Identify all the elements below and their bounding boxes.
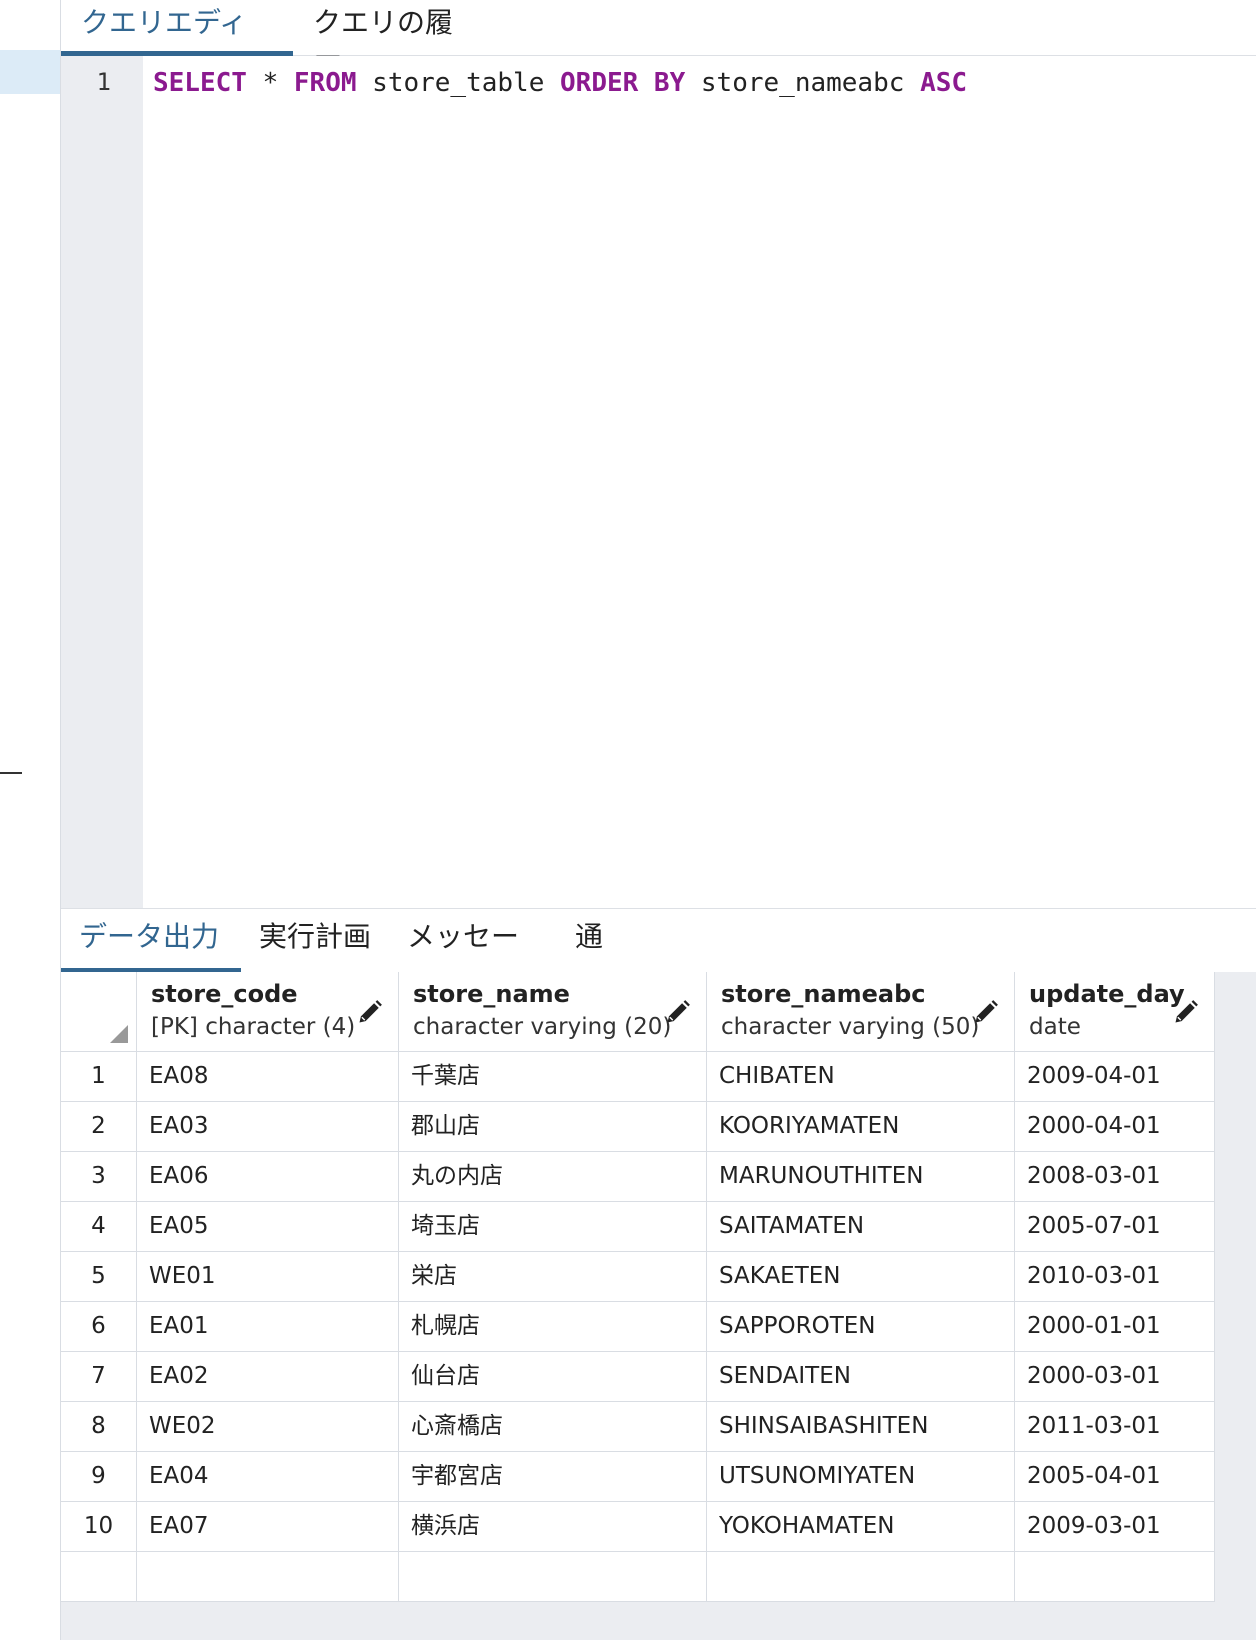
cell-store-code[interactable]: WE01 xyxy=(137,1252,399,1302)
cell-store-name[interactable]: 横浜店 xyxy=(399,1502,707,1552)
column-header-store-name[interactable]: store_name character varying (20) xyxy=(399,972,707,1052)
cell-store-nameabc[interactable]: SENDAITEN xyxy=(707,1352,1015,1402)
column-type: date xyxy=(1029,1014,1081,1040)
query-tool-panel: クエリエディタ クエリの履歴 1 SELECT * FROM store_tab… xyxy=(60,0,1256,1640)
sql-star: * xyxy=(246,68,294,98)
cell-store-name[interactable]: 埼玉店 xyxy=(399,1202,707,1252)
left-panel xyxy=(0,0,60,1640)
tab-query-history[interactable]: クエリの履歴 xyxy=(293,0,493,85)
cell-store-nameabc[interactable]: MARUNOUTHITEN xyxy=(707,1152,1015,1202)
left-panel-selected-row[interactable] xyxy=(0,50,60,94)
cell-store-code[interactable]: EA06 xyxy=(137,1152,399,1202)
row-number[interactable]: 7 xyxy=(61,1352,137,1402)
cell-store-name[interactable]: 仙台店 xyxy=(399,1352,707,1402)
pencil-icon[interactable] xyxy=(356,998,384,1026)
column-header-store-code[interactable]: store_code [PK] character (4) xyxy=(137,972,399,1052)
cell-update-day[interactable]: 2000-04-01 xyxy=(1015,1102,1215,1152)
column-name: update_day xyxy=(1029,980,1185,1008)
sql-keyword-from: FROM xyxy=(293,68,357,98)
row-number[interactable]: 1 xyxy=(61,1052,137,1102)
output-tab-bar: データ出力 実行計画 メッセージ 通知 xyxy=(61,908,1256,1009)
cell-store-code[interactable]: EA05 xyxy=(137,1202,399,1252)
cell-store-name[interactable]: 郡山店 xyxy=(399,1102,707,1152)
sql-code-line[interactable]: SELECT * FROM store_table ORDER BY store… xyxy=(153,68,967,98)
cell-store-nameabc[interactable]: CHIBATEN xyxy=(707,1052,1015,1102)
column-type: character varying (50) xyxy=(721,1014,980,1040)
tab-query-editor[interactable]: クエリエディタ xyxy=(61,0,293,85)
sql-column-name: store_nameabc xyxy=(685,68,921,98)
tab-data-output[interactable]: データ出力 xyxy=(61,909,241,973)
cell-store-nameabc[interactable]: UTSUNOMIYATEN xyxy=(707,1452,1015,1502)
sql-keyword-asc: ASC xyxy=(920,68,968,98)
row-number[interactable]: 6 xyxy=(61,1302,137,1352)
row-number[interactable] xyxy=(61,1552,137,1602)
pencil-icon[interactable] xyxy=(972,998,1000,1026)
cell-store-name[interactable]: 栄店 xyxy=(399,1252,707,1302)
cell-store-name[interactable]: 心斎橋店 xyxy=(399,1402,707,1452)
sql-keyword-order-by: ORDER BY xyxy=(560,68,686,98)
column-name: store_nameabc xyxy=(721,980,926,1008)
cell-update-day[interactable]: 2009-03-01 xyxy=(1015,1502,1215,1552)
cell-store-code[interactable]: EA07 xyxy=(137,1502,399,1552)
tab-explain[interactable]: 実行計画 xyxy=(241,909,389,973)
cell-store-nameabc[interactable]: KOORIYAMATEN xyxy=(707,1102,1015,1152)
cell-update-day[interactable]: 2005-07-01 xyxy=(1015,1202,1215,1252)
editor-gutter: 1 xyxy=(61,56,143,908)
row-number[interactable]: 10 xyxy=(61,1502,137,1552)
cell-update-day[interactable]: 2008-03-01 xyxy=(1015,1152,1215,1202)
column-header-store-nameabc[interactable]: store_nameabc character varying (50) xyxy=(707,972,1015,1052)
cell-update-day[interactable]: 2011-03-01 xyxy=(1015,1402,1215,1452)
cell-update-day[interactable]: 2005-04-01 xyxy=(1015,1452,1215,1502)
column-header-update-day[interactable]: update_day date xyxy=(1015,972,1215,1052)
column-name: store_code xyxy=(151,980,298,1008)
cell-store-name[interactable]: 丸の内店 xyxy=(399,1152,707,1202)
cell-store-code[interactable]: EA02 xyxy=(137,1352,399,1402)
cell-store-name[interactable]: 宇都宮店 xyxy=(399,1452,707,1502)
row-number[interactable]: 8 xyxy=(61,1402,137,1452)
pencil-icon[interactable] xyxy=(1172,998,1200,1026)
cell-store-nameabc[interactable]: YOKOHAMATEN xyxy=(707,1502,1015,1552)
cell-store-code[interactable]: EA04 xyxy=(137,1452,399,1502)
sql-table-name: store_table xyxy=(356,68,561,98)
data-output-grid: store_code [PK] character (4) store_name… xyxy=(61,972,1256,1640)
cell-update-day[interactable]: 2010-03-01 xyxy=(1015,1252,1215,1302)
row-number[interactable]: 4 xyxy=(61,1202,137,1252)
cell-store-nameabc[interactable] xyxy=(707,1552,1015,1602)
left-panel-divider[interactable] xyxy=(0,772,22,774)
select-all-corner[interactable] xyxy=(61,972,137,1052)
cell-store-nameabc[interactable]: SHINSAIBASHITEN xyxy=(707,1402,1015,1452)
cell-store-nameabc[interactable]: SAITAMATEN xyxy=(707,1202,1015,1252)
cell-store-code[interactable]: EA08 xyxy=(137,1052,399,1102)
line-number: 1 xyxy=(96,68,111,96)
tab-notifications[interactable]: 通知 xyxy=(557,909,647,1009)
cell-store-name[interactable]: 札幌店 xyxy=(399,1302,707,1352)
cell-store-code[interactable] xyxy=(137,1552,399,1602)
tab-messages[interactable]: メッセージ xyxy=(389,909,557,1009)
cell-update-day[interactable] xyxy=(1015,1552,1215,1602)
cell-store-nameabc[interactable]: SAKAETEN xyxy=(707,1252,1015,1302)
row-number[interactable]: 2 xyxy=(61,1102,137,1152)
row-number[interactable]: 5 xyxy=(61,1252,137,1302)
cell-store-code[interactable]: EA03 xyxy=(137,1102,399,1152)
pencil-icon[interactable] xyxy=(664,998,692,1026)
cell-update-day[interactable]: 2000-03-01 xyxy=(1015,1352,1215,1402)
editor-tab-bar: クエリエディタ クエリの履歴 xyxy=(61,0,1256,85)
column-name: store_name xyxy=(413,980,570,1008)
sql-editor[interactable]: 1 SELECT * FROM store_table ORDER BY sto… xyxy=(61,56,1256,908)
select-all-icon xyxy=(110,1025,128,1043)
cell-store-name[interactable] xyxy=(399,1552,707,1602)
row-number[interactable]: 9 xyxy=(61,1452,137,1502)
cell-store-nameabc[interactable]: SAPPOROTEN xyxy=(707,1302,1015,1352)
cell-update-day[interactable]: 2009-04-01 xyxy=(1015,1052,1215,1102)
sql-keyword-select: SELECT xyxy=(153,68,247,98)
row-number[interactable]: 3 xyxy=(61,1152,137,1202)
cell-store-code[interactable]: WE02 xyxy=(137,1402,399,1452)
cell-store-code[interactable]: EA01 xyxy=(137,1302,399,1352)
cell-store-name[interactable]: 千葉店 xyxy=(399,1052,707,1102)
column-type: [PK] character (4) xyxy=(151,1014,356,1040)
cell-update-day[interactable]: 2000-01-01 xyxy=(1015,1302,1215,1352)
column-type: character varying (20) xyxy=(413,1014,672,1040)
